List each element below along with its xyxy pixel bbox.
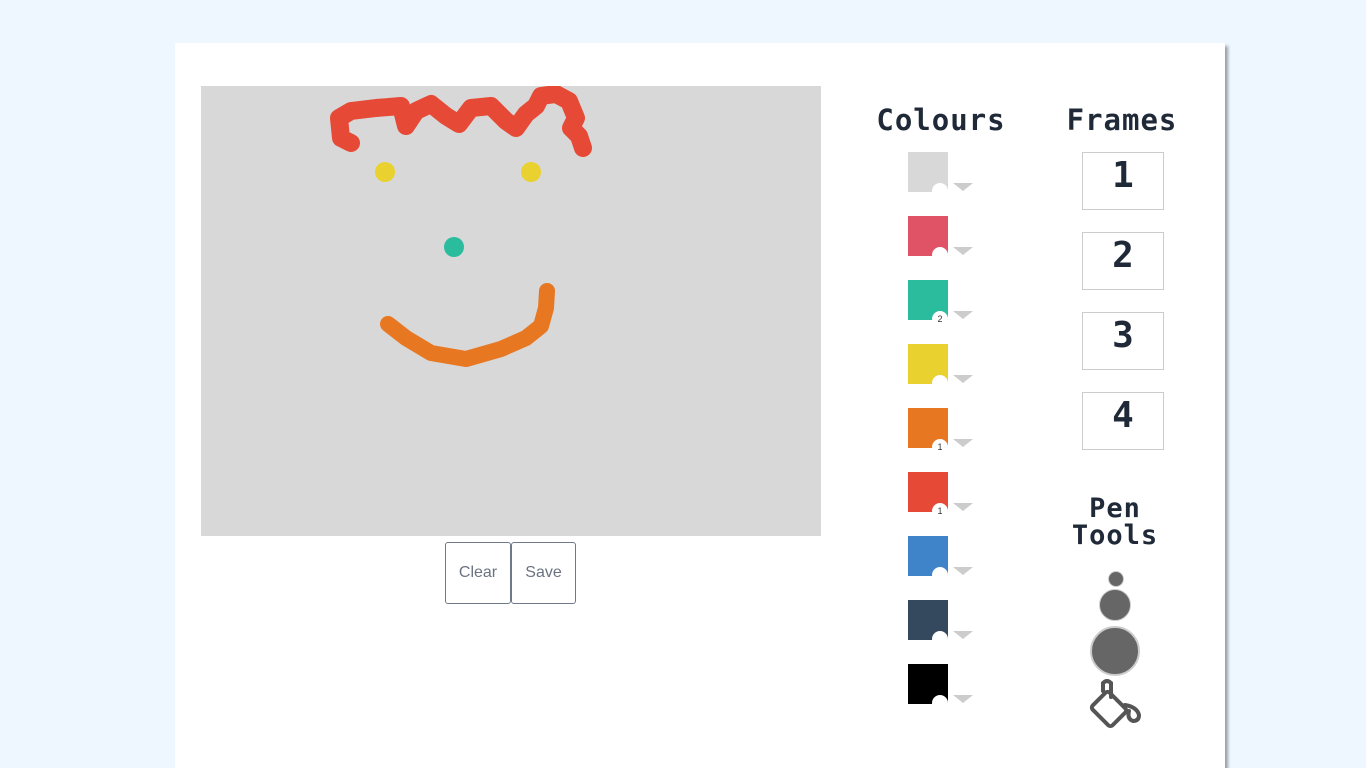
frame-button-2[interactable]: 2: [1082, 232, 1164, 290]
swatch-badge: [932, 183, 948, 199]
swatch-badge: 1: [932, 503, 948, 519]
canvas-drawing: [330, 86, 592, 367]
frame-button-4[interactable]: 4: [1082, 392, 1164, 450]
swatch-badge: [932, 695, 948, 711]
hair-stroke: [330, 86, 592, 157]
colour-swatch-navy[interactable]: [908, 600, 948, 647]
swatch-badge: 2: [932, 311, 948, 327]
colour-dropdown-arrow[interactable]: [953, 567, 973, 575]
clear-button[interactable]: Clear: [445, 542, 511, 604]
colour-dropdown-arrow[interactable]: [953, 183, 973, 191]
swatch-badge: 1: [932, 439, 948, 455]
colour-dropdown-arrow[interactable]: [953, 247, 973, 255]
swatch-badge: [932, 247, 948, 263]
colour-dropdown-arrow[interactable]: [953, 439, 973, 447]
fill-bucket-icon[interactable]: [1081, 679, 1145, 739]
colour-dropdown-arrow[interactable]: [953, 375, 973, 383]
colour-swatch-pink[interactable]: [908, 216, 948, 263]
colour-swatch-red[interactable]: 1: [908, 472, 948, 519]
colour-dropdown-arrow[interactable]: [953, 311, 973, 319]
colour-swatch-yellow[interactable]: [908, 344, 948, 391]
colour-swatch-grey[interactable]: [908, 152, 948, 199]
colours-heading: Colours: [876, 103, 1006, 137]
swatch-badge: [932, 567, 948, 583]
mouth-stroke: [380, 283, 555, 367]
right-eye: [521, 162, 541, 182]
frame-button-1[interactable]: 1: [1082, 152, 1164, 210]
colour-dropdown-arrow[interactable]: [953, 695, 973, 703]
pen-tools-heading-line2: Tools: [1071, 520, 1159, 551]
colour-swatch-orange[interactable]: 1: [908, 408, 948, 455]
large-pen-button[interactable]: [1090, 626, 1140, 676]
colour-dropdown-arrow[interactable]: [953, 631, 973, 639]
drawing-canvas[interactable]: [201, 86, 821, 536]
colour-swatch-teal[interactable]: 2: [908, 280, 948, 327]
frames-heading: Frames: [1066, 103, 1178, 137]
frame-button-3[interactable]: 3: [1082, 312, 1164, 370]
swatch-badge: [932, 631, 948, 647]
medium-pen-button[interactable]: [1099, 589, 1131, 621]
nose: [444, 237, 464, 257]
colour-dropdown-arrow[interactable]: [953, 503, 973, 511]
small-pen-button[interactable]: [1108, 571, 1124, 587]
colour-swatch-black[interactable]: [908, 664, 948, 711]
save-button[interactable]: Save: [511, 542, 576, 604]
canvas-actions: Clear Save: [445, 542, 576, 604]
left-eye: [375, 162, 395, 182]
pen-tools-heading: Pen Tools: [1045, 495, 1185, 549]
colour-swatch-blue[interactable]: [908, 536, 948, 583]
pen-tools-heading-line1: Pen: [1089, 493, 1141, 524]
swatch-badge: [932, 375, 948, 391]
drawing-app-card: Clear Save Colours Frames 2 1 1 1 2 3 4: [175, 43, 1225, 768]
